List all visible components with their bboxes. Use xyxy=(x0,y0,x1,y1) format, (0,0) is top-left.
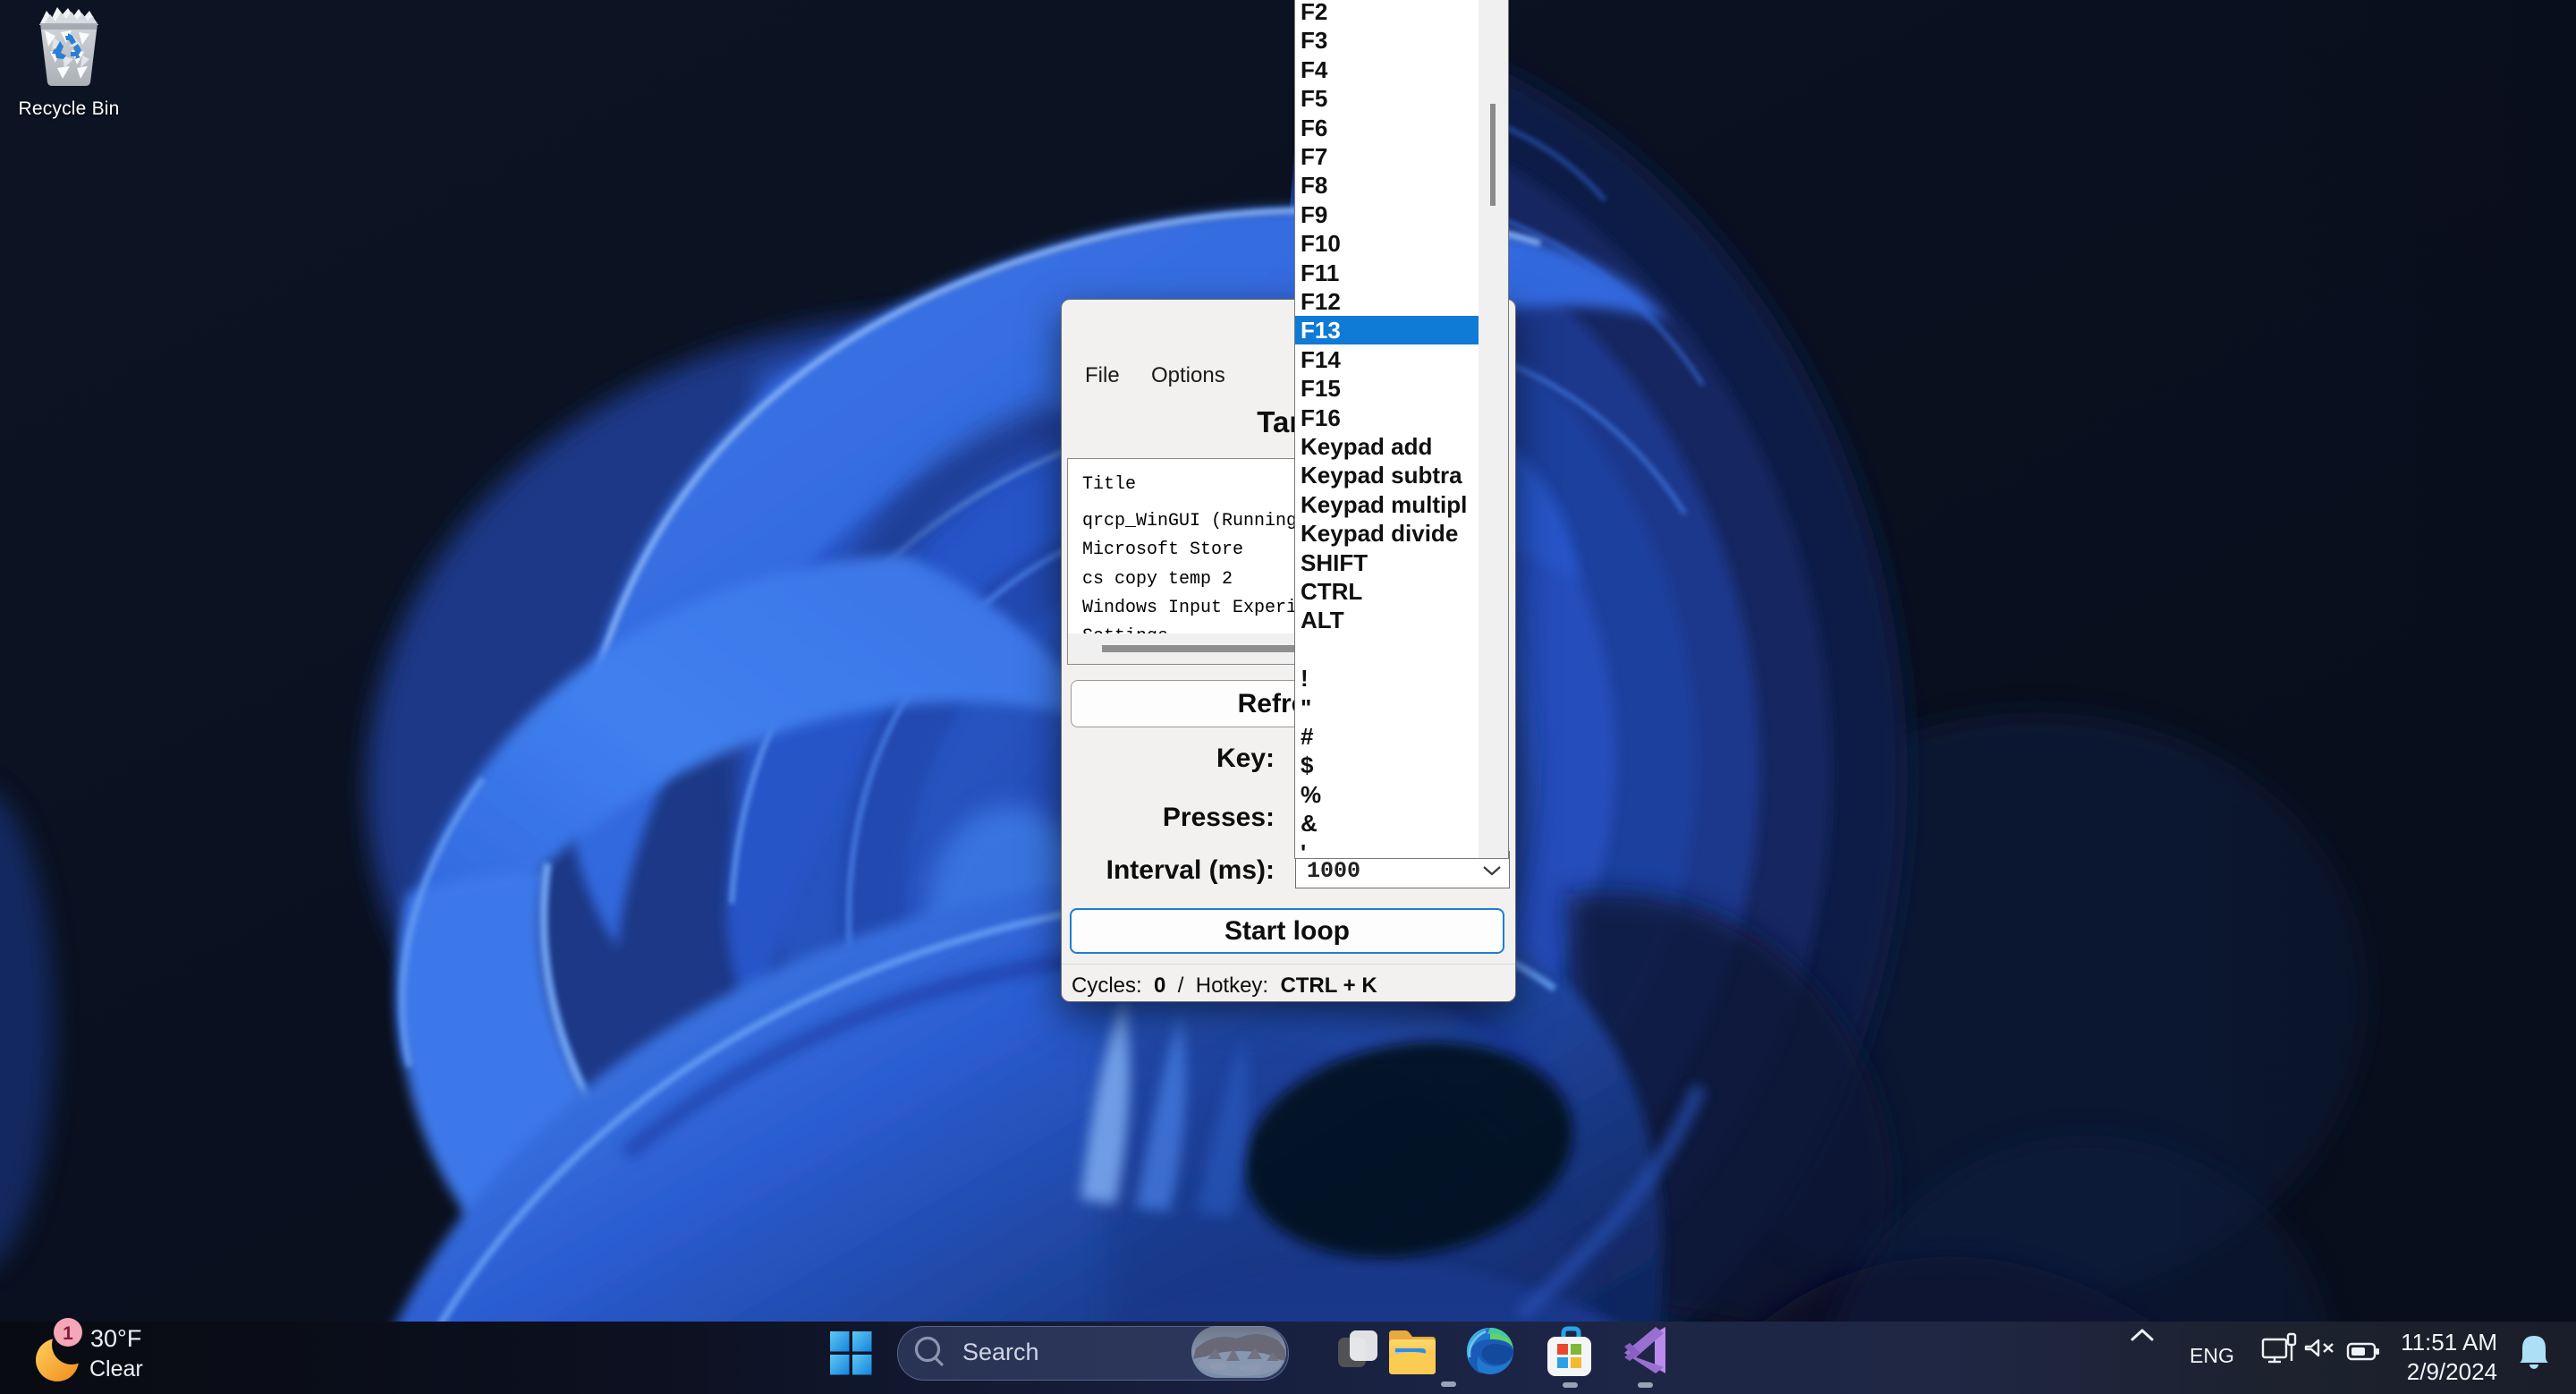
svg-text:1: 1 xyxy=(63,1323,73,1344)
